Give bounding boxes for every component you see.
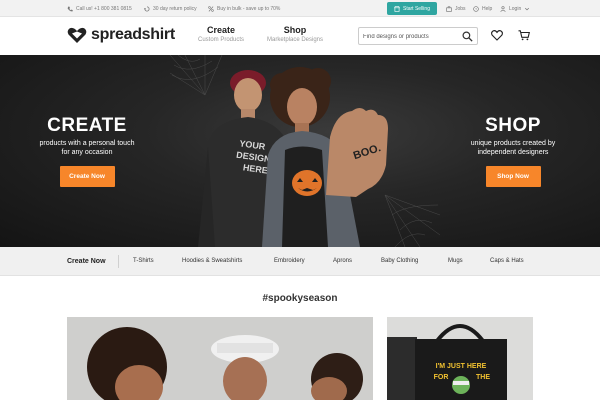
phone-icon xyxy=(67,6,73,11)
cart-icon[interactable] xyxy=(518,30,530,41)
briefcase-icon xyxy=(446,5,452,12)
return-icon xyxy=(144,6,150,11)
chevron-down-icon xyxy=(525,7,530,10)
category-mugs[interactable]: Mugs xyxy=(448,247,463,276)
hero-shop-block: SHOP unique products created by independ… xyxy=(446,115,580,187)
percent-icon xyxy=(208,5,214,12)
hero-shop-title: SHOP xyxy=(485,115,541,136)
hero-shop-subtitle-1: unique products created by xyxy=(470,140,556,147)
bag-text-line-1: I'M JUST HERE xyxy=(436,363,487,370)
spooky-bag-tile[interactable]: I'M JUST HERE FOR THE xyxy=(387,317,533,400)
help-text: Help xyxy=(482,5,493,12)
login-text: Login xyxy=(509,5,522,12)
login-link[interactable]: Login xyxy=(500,0,533,17)
logo-wordmark: spreadshirt xyxy=(91,26,175,43)
nav-shop[interactable]: Shop Marketplace Designs xyxy=(262,25,328,43)
category-divider xyxy=(118,255,119,268)
nav-create[interactable]: Create Custom Products xyxy=(192,25,250,43)
return-policy-text: 30 day return policy xyxy=(153,5,197,12)
search-input[interactable] xyxy=(363,31,459,42)
category-baby-clothing[interactable]: Baby Clothing xyxy=(381,247,418,276)
main-header: spreadshirt Create Custom Products Shop … xyxy=(0,17,600,55)
hero-create-subtitle-2: for any occasion xyxy=(61,149,113,156)
hero-create-subtitle-1: products with a personal touch xyxy=(39,140,135,147)
create-now-button[interactable]: Create Now xyxy=(59,166,115,187)
call-us-text: Call us! +1 800 381 0815 xyxy=(76,5,132,12)
spooky-photo-tile[interactable] xyxy=(67,317,373,400)
heart-icon[interactable] xyxy=(491,30,503,41)
spreadshirt-logo[interactable]: spreadshirt xyxy=(67,26,175,44)
return-policy-link[interactable]: 30 day return policy xyxy=(144,0,197,17)
bag-text-line-3: THE xyxy=(476,374,490,381)
tote-bag-photo: I'M JUST HERE FOR THE xyxy=(387,317,533,400)
create-now-link[interactable]: Create Now xyxy=(67,247,106,276)
nav-create-subtitle: Custom Products xyxy=(197,37,245,43)
hero-create-title: CREATE xyxy=(47,115,127,136)
category-hoodies[interactable]: Hoodies & Sweatshirts xyxy=(182,247,242,276)
group-photo xyxy=(67,317,373,400)
bag-text-line-2: FOR xyxy=(434,374,449,381)
help-link[interactable]: ? Help xyxy=(473,0,492,17)
start-selling-label: Start Selling xyxy=(403,5,430,12)
user-icon xyxy=(500,5,506,12)
help-icon: ? xyxy=(473,5,479,12)
call-us-link[interactable]: Call us! +1 800 381 0815 xyxy=(67,0,132,17)
logo-heart-icon xyxy=(67,27,87,43)
utility-bar: Call us! +1 800 381 0815 30 day return p… xyxy=(0,0,600,17)
nav-shop-title: Shop xyxy=(283,25,307,35)
category-tshirts[interactable]: T-Shirts xyxy=(133,247,154,276)
category-caps-hats[interactable]: Caps & Hats xyxy=(490,247,524,276)
nav-create-title: Create xyxy=(206,25,235,35)
category-bar: Create Now T-Shirts Hoodies & Sweatshirt… xyxy=(0,247,600,276)
section-title: #spookyseason xyxy=(262,293,338,304)
start-selling-button[interactable]: Start Selling xyxy=(387,2,437,15)
svg-text:?: ? xyxy=(475,7,477,11)
shop-now-button[interactable]: Shop Now xyxy=(485,166,541,187)
bulk-link[interactable]: Buy in bulk - save up to 70% xyxy=(208,0,280,17)
hero-banner: YOUR DESIGN HERE BOO. CREATE products wi… xyxy=(0,55,600,247)
bulk-text: Buy in bulk - save up to 70% xyxy=(217,5,281,12)
store-icon xyxy=(394,5,400,12)
search-box xyxy=(358,27,478,45)
hero-shop-subtitle-2: independent designers xyxy=(477,149,549,156)
nav-shop-subtitle: Marketplace Designs xyxy=(266,37,324,43)
jobs-text: Jobs xyxy=(455,5,466,12)
jobs-link[interactable]: Jobs xyxy=(446,0,466,17)
category-embroidery[interactable]: Embroidery xyxy=(274,247,305,276)
hero-create-block: CREATE products with a personal touch fo… xyxy=(20,115,154,187)
category-aprons[interactable]: Aprons xyxy=(333,247,352,276)
search-icon[interactable] xyxy=(462,31,473,42)
